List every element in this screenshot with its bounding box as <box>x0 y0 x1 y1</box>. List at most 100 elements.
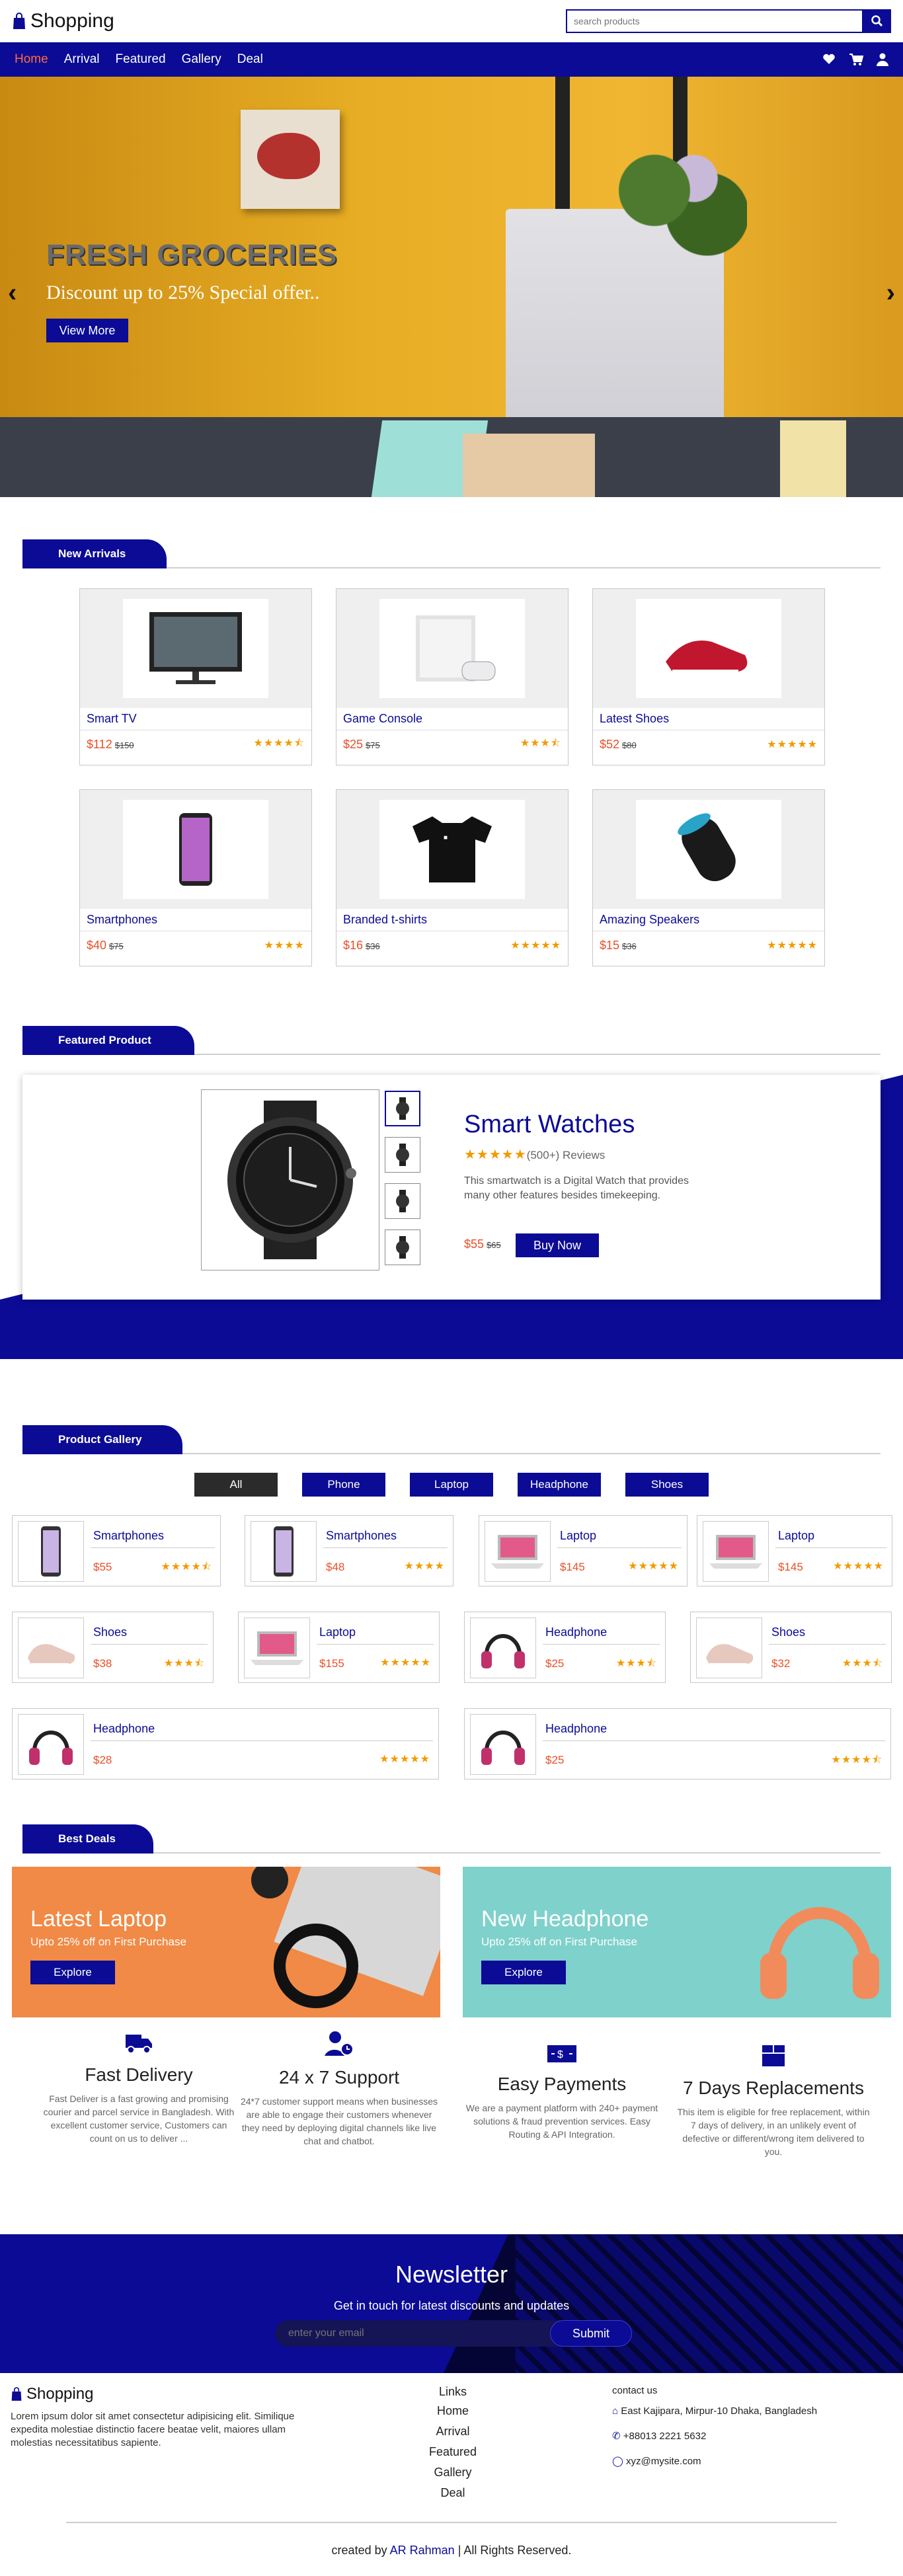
deal-banner[interactable]: New Headphone Upto 25% off on First Purch… <box>463 1867 891 2017</box>
gallery-image <box>18 1521 84 1582</box>
product-name[interactable]: Latest Shoes <box>593 708 824 730</box>
product-card[interactable]: Smartphones $40 $75 ★★★★ <box>79 789 312 966</box>
nav-item-home[interactable]: Home <box>15 52 48 66</box>
product-card[interactable]: Latest Shoes $52 $80 ★★★★★ <box>592 588 825 765</box>
main-nav: Home Arrival Featured Gallery Deal <box>0 42 903 77</box>
gallery-item-name[interactable]: Laptop <box>560 1529 596 1543</box>
gallery-divider <box>769 1644 886 1645</box>
gallery-divider <box>323 1547 448 1548</box>
watch-thumb[interactable] <box>385 1137 420 1173</box>
nav-item-featured[interactable]: Featured <box>116 52 166 66</box>
footer-link-gallery[interactable]: Gallery <box>423 2466 483 2479</box>
product-name[interactable]: Game Console <box>336 708 568 730</box>
product-image-box <box>336 589 568 708</box>
nav-item-deal[interactable]: Deal <box>237 52 263 66</box>
filter-shoes[interactable]: Shoes <box>625 1473 709 1497</box>
cart-icon[interactable] <box>849 53 863 66</box>
explore-button[interactable]: Explore <box>30 1961 115 1984</box>
product-name[interactable]: Smartphones <box>80 909 311 931</box>
gallery-card[interactable]: Laptop $155 ★★★★★ <box>238 1612 440 1683</box>
product-image-box <box>80 589 311 708</box>
product-name[interactable]: Smart TV <box>80 708 311 730</box>
footer-about-text: Lorem ipsum dolor sit amet consectetur a… <box>11 2411 295 2448</box>
gallery-card[interactable]: Headphone $25 ★★★★⯪ <box>464 1708 891 1779</box>
gallery-card[interactable]: Laptop $145 ★★★★★ <box>479 1515 687 1586</box>
footer-link-featured[interactable]: Featured <box>423 2445 483 2459</box>
product-card[interactable]: Amazing Speakers $15 $36 ★★★★★ <box>592 789 825 966</box>
view-more-button[interactable]: View More <box>46 319 128 342</box>
footer-phone[interactable]: ✆ +88013 2221 5632 <box>612 2430 877 2442</box>
gallery-card[interactable]: Smartphones $48 ★★★★ <box>245 1515 453 1586</box>
heart-icon[interactable] <box>822 53 836 65</box>
gallery-item-name[interactable]: Shoes <box>771 1625 805 1639</box>
filter-laptop[interactable]: Laptop <box>410 1473 493 1497</box>
featured-reviews: ★★★★★(500+) Reviews <box>464 1146 605 1163</box>
gallery-item-name[interactable]: Headphone <box>545 1625 607 1639</box>
product-name[interactable]: Branded t-shirts <box>336 909 568 931</box>
user-icon[interactable] <box>877 53 888 66</box>
watch-thumb[interactable] <box>385 1091 420 1126</box>
credit-suffix: | All Rights Reserved. <box>457 2544 572 2557</box>
product-card[interactable]: ■ Branded t-shirts $16 $36 ★★★★★ <box>336 789 569 966</box>
gallery-item-name[interactable]: Shoes <box>93 1625 127 1639</box>
gallery-item-price: $25 <box>545 1754 565 1766</box>
price-old: $75 <box>109 941 124 951</box>
email-input[interactable] <box>288 2327 425 2339</box>
box-icon <box>674 2044 873 2071</box>
price-old: $65 <box>487 1240 501 1250</box>
filter-phone[interactable]: Phone <box>302 1473 385 1497</box>
gallery-item-name[interactable]: Smartphones <box>326 1529 397 1543</box>
gallery-divider <box>543 1644 660 1645</box>
gallery-item-name[interactable]: Headphone <box>545 1722 607 1736</box>
site-logo[interactable]: Shopping <box>12 10 114 32</box>
svg-text:$: $ <box>557 2049 563 2060</box>
next-slide-icon[interactable]: › <box>886 278 895 308</box>
filter-headphone[interactable]: Headphone <box>518 1473 601 1497</box>
service-description: Fast Deliver is a fast growing and promi… <box>43 2093 235 2144</box>
gallery-card[interactable]: Headphone $28 ★★★★★ <box>12 1708 439 1779</box>
gallery-item-name[interactable]: Laptop <box>319 1625 356 1639</box>
gallery-card[interactable]: Headphone $25 ★★★⯪ <box>464 1612 666 1683</box>
price-current: $16 <box>343 938 364 952</box>
footer-link-arrival[interactable]: Arrival <box>423 2425 483 2439</box>
footer-link-home[interactable]: Home <box>423 2404 483 2418</box>
gallery-item-name[interactable]: Laptop <box>778 1529 814 1543</box>
footer-links: Links Home Arrival Featured Gallery Deal <box>423 2385 483 2507</box>
gallery-card[interactable]: Laptop $145 ★★★★★ <box>697 1515 892 1586</box>
gallery-item-price: $25 <box>545 1657 565 1670</box>
product-card[interactable]: Game Console $25 $75 ★★★⯪ <box>336 588 569 765</box>
price-old: $150 <box>114 740 134 750</box>
deals-row: Latest Laptop Upto 25% off on First Purch… <box>0 1867 903 2017</box>
gallery-item-name[interactable]: Smartphones <box>93 1529 164 1543</box>
buy-now-button[interactable]: Buy Now <box>516 1233 599 1257</box>
footer-contact-title: contact us <box>612 2385 658 2396</box>
product-card[interactable]: Smart TV $112 $150 ★★★★⯪ <box>79 588 312 765</box>
price-current: $112 <box>87 737 112 751</box>
product-name[interactable]: Amazing Speakers <box>593 909 824 931</box>
prev-slide-icon[interactable]: ‹ <box>8 278 17 308</box>
explore-button[interactable]: Explore <box>481 1961 566 1984</box>
nav-item-gallery[interactable]: Gallery <box>182 52 221 66</box>
deal-banner[interactable]: Latest Laptop Upto 25% off on First Purch… <box>12 1867 440 2017</box>
gallery-card[interactable]: Shoes $38 ★★★⯪ <box>12 1612 214 1683</box>
submit-button[interactable]: Submit <box>550 2320 632 2347</box>
search-button[interactable] <box>863 9 891 33</box>
deals-title: Best Deals <box>22 1824 153 1854</box>
gallery-card[interactable]: Smartphones $55 ★★★★⯪ <box>12 1515 221 1586</box>
gallery-card[interactable]: Shoes $32 ★★★⯪ <box>690 1612 892 1683</box>
price-old: $75 <box>366 740 380 750</box>
newsletter-form: Submit <box>275 2320 632 2347</box>
gallery-item-name[interactable]: Headphone <box>93 1722 155 1736</box>
nav-item-arrival[interactable]: Arrival <box>64 52 100 66</box>
footer-link-deal[interactable]: Deal <box>423 2486 483 2500</box>
watch-thumb[interactable] <box>385 1229 420 1265</box>
search-input[interactable] <box>566 9 863 33</box>
price-old: $80 <box>622 740 637 750</box>
author-link[interactable]: AR Rahman <box>390 2544 455 2557</box>
filter-all[interactable]: All <box>194 1473 278 1497</box>
watch-thumb[interactable] <box>385 1183 420 1219</box>
footer-email[interactable]: ◯ xyz@mysite.com <box>612 2455 877 2467</box>
footer-about: Shopping Lorem ipsum dolor sit amet cons… <box>11 2385 301 2450</box>
product-image-box <box>593 589 824 708</box>
plant-image <box>615 143 747 262</box>
